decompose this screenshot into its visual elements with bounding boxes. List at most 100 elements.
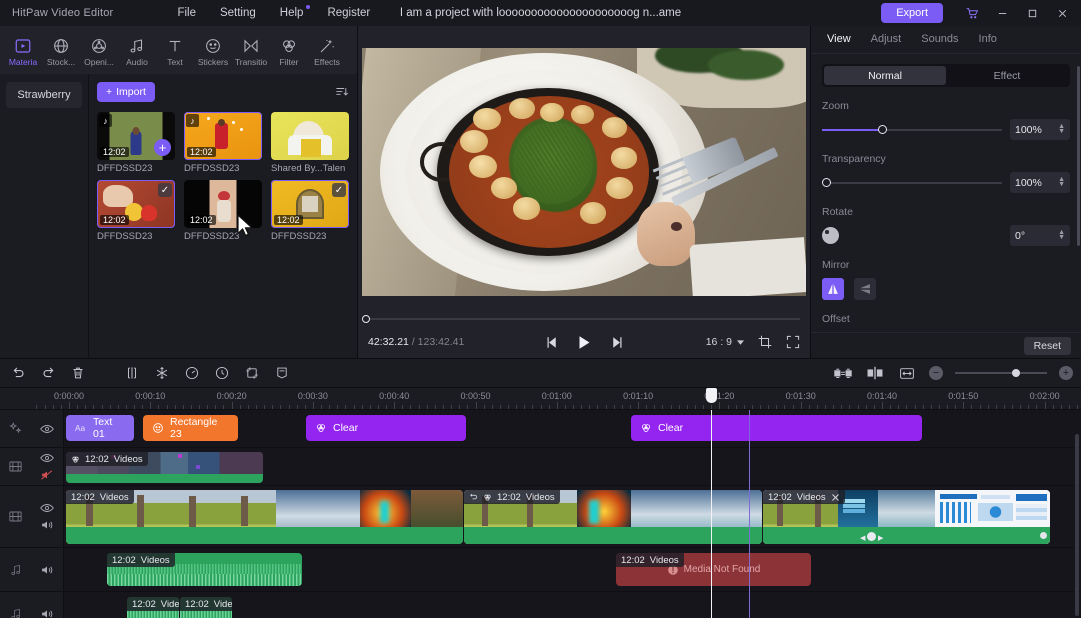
ribbon-item-effects[interactable]: Effects	[308, 33, 346, 67]
media-thumbnail[interactable]: 12:02	[184, 180, 262, 228]
redo-icon[interactable]	[38, 363, 58, 383]
transition-right-arrow-icon[interactable]: ▶	[878, 534, 883, 542]
timeline-clip-main-2[interactable]: 12:02 Videos	[464, 490, 762, 544]
transparency-slider-handle[interactable]	[822, 178, 831, 187]
menu-help[interactable]: Help	[268, 3, 316, 23]
zoom-in-icon[interactable]: +	[1059, 366, 1073, 380]
ribbon-item-text[interactable]: Text	[156, 33, 194, 67]
tab-info[interactable]: Info	[979, 33, 997, 47]
preview-scrubber[interactable]	[358, 312, 810, 326]
history-icon[interactable]	[212, 363, 232, 383]
timeline-clip-main-1[interactable]: 12:02 Videos	[66, 490, 463, 544]
tab-adjust[interactable]: Adjust	[871, 33, 902, 47]
media-item[interactable]: Shared By...Talen	[271, 112, 349, 174]
timeline-vertical-scrollbar[interactable]	[1075, 434, 1079, 616]
timeline-clip-rectangle[interactable]: Rectangle 23	[143, 415, 238, 441]
track-lane-main-video[interactable]: 12:02 Videos 12:02 Videos 12:02 Videos ◀…	[64, 486, 1081, 547]
selection-check-icon[interactable]: ✓	[158, 183, 172, 197]
timeline-clip-clear-2[interactable]: Clear	[631, 415, 922, 441]
crop-icon[interactable]	[758, 335, 772, 349]
aspect-ratio-selector[interactable]: 16 : 9	[706, 336, 744, 348]
segment-normal[interactable]: Normal	[824, 66, 946, 85]
transparency-value-field[interactable]: 100% ▲ ▼	[1010, 172, 1070, 193]
transparency-stepper[interactable]: ▲ ▼	[1058, 176, 1065, 188]
segment-effect[interactable]: Effect	[946, 66, 1068, 85]
fit-timeline-icon[interactable]	[897, 363, 917, 383]
delete-icon[interactable]	[68, 363, 88, 383]
timeline-zoom-handle[interactable]	[1012, 369, 1021, 377]
undo-icon[interactable]	[8, 363, 28, 383]
track-lane-overlay-video[interactable]: 12:02 Videos	[64, 448, 1081, 485]
eye-icon[interactable]	[40, 502, 55, 514]
track-lane-effects[interactable]: Aa Text 01 Rectangle 23 Clear Clear	[64, 410, 1081, 447]
export-button[interactable]: Export	[881, 3, 943, 23]
ribbon-item-audio[interactable]: Audio	[118, 33, 156, 67]
video-frame[interactable]	[362, 48, 806, 296]
eye-icon[interactable]	[40, 423, 55, 435]
clip-trim-handle[interactable]	[1040, 532, 1047, 539]
cart-icon[interactable]	[957, 0, 987, 26]
category-strawberry[interactable]: Strawberry	[6, 82, 82, 108]
rotate-value-field[interactable]: 0° ▲ ▼	[1010, 225, 1070, 246]
preview-scrub-handle[interactable]	[362, 315, 370, 323]
media-thumbnail[interactable]: ♪ 12:02 +	[97, 112, 175, 160]
mask-icon[interactable]	[272, 363, 292, 383]
fullscreen-icon[interactable]	[786, 335, 800, 349]
clip-transition-handle[interactable]	[867, 532, 876, 541]
timeline-clip-audio-2a[interactable]: 12:02 Vide	[127, 597, 179, 618]
add-to-timeline-button[interactable]: +	[154, 139, 171, 156]
timeline-playhead[interactable]	[706, 388, 717, 618]
import-button[interactable]: + Import	[97, 82, 155, 102]
ribbon-item-transition[interactable]: Transitio	[232, 33, 270, 67]
media-item[interactable]: ♪ 12:02 + DFFDSSD23	[97, 112, 175, 174]
menu-setting[interactable]: Setting	[208, 3, 268, 23]
inspector-scrollbar[interactable]	[1077, 66, 1080, 246]
mirror-horizontal-button[interactable]	[822, 278, 844, 300]
rotate-stepper[interactable]: ▲ ▼	[1058, 229, 1065, 241]
maximize-button[interactable]	[1017, 0, 1047, 26]
tab-view[interactable]: View	[827, 33, 851, 47]
tab-sounds[interactable]: Sounds	[921, 33, 958, 47]
transition-left-arrow-icon[interactable]: ◀	[860, 534, 865, 542]
close-icon[interactable]	[831, 493, 840, 502]
zoom-value-field[interactable]: 100% ▲ ▼	[1010, 119, 1070, 140]
zoom-stepper[interactable]: ▲ ▼	[1058, 123, 1065, 135]
step-back-icon[interactable]	[546, 336, 561, 349]
selection-check-icon[interactable]: ✓	[332, 183, 346, 197]
sort-descending-icon[interactable]	[335, 85, 349, 99]
timeline-clip-audio-1[interactable]: 12:02 Videos	[107, 553, 302, 586]
play-icon[interactable]	[577, 335, 592, 350]
ribbon-item-opening[interactable]: Openi...	[80, 33, 118, 67]
media-thumbnail[interactable]	[271, 112, 349, 160]
ribbon-item-stickers[interactable]: Stickers	[194, 33, 232, 67]
ribbon-item-filter[interactable]: Filter	[270, 33, 308, 67]
timeline-clip-main-3[interactable]: 12:02 Videos ◀ ▶	[763, 490, 1050, 544]
speed-icon[interactable]	[182, 363, 202, 383]
media-item[interactable]: 12:02 DFFDSSD23	[184, 180, 262, 242]
step-forward-icon[interactable]	[608, 336, 623, 349]
media-item[interactable]: ✓ 12:02 DFFDSSD23	[271, 180, 349, 242]
timeline-ruler[interactable]: 0:00:00 0:00:10 0:00:20 0:00:30 0:00:40 0:00:…	[0, 388, 1081, 410]
volume-icon[interactable]	[40, 564, 54, 576]
track-lane-audio-1[interactable]: 12:02 Videos Media Not Found 12:02 Video…	[64, 548, 1081, 591]
ribbon-item-materia[interactable]: Materia	[4, 33, 42, 67]
preview-scrub-track[interactable]	[368, 318, 800, 320]
zoom-out-icon[interactable]: −	[929, 366, 943, 380]
media-item[interactable]: ✓ 12:02 DFFDSSD23	[97, 180, 175, 242]
minimize-button[interactable]	[987, 0, 1017, 26]
playhead-handle[interactable]	[706, 388, 717, 403]
timeline-clip-text[interactable]: Aa Text 01	[66, 415, 134, 441]
media-thumbnail[interactable]: ✓ 12:02	[271, 180, 349, 228]
zoom-slider-handle[interactable]	[877, 125, 887, 134]
rotate-dial[interactable]	[822, 227, 839, 244]
menu-file[interactable]: File	[165, 3, 208, 23]
freeze-frame-icon[interactable]	[152, 363, 172, 383]
media-thumbnail[interactable]: ♪ 12:02	[184, 112, 262, 160]
split-icon[interactable]	[122, 363, 142, 383]
split-marker-icon[interactable]	[865, 363, 885, 383]
zoom-slider[interactable]	[822, 124, 1002, 136]
timeline-clip-audio-error[interactable]: Media Not Found 12:02 Videos	[616, 553, 811, 586]
timeline-clip-overlay[interactable]: 12:02 Videos	[66, 452, 263, 483]
close-button[interactable]	[1047, 0, 1077, 26]
transparency-slider[interactable]	[822, 177, 1002, 189]
